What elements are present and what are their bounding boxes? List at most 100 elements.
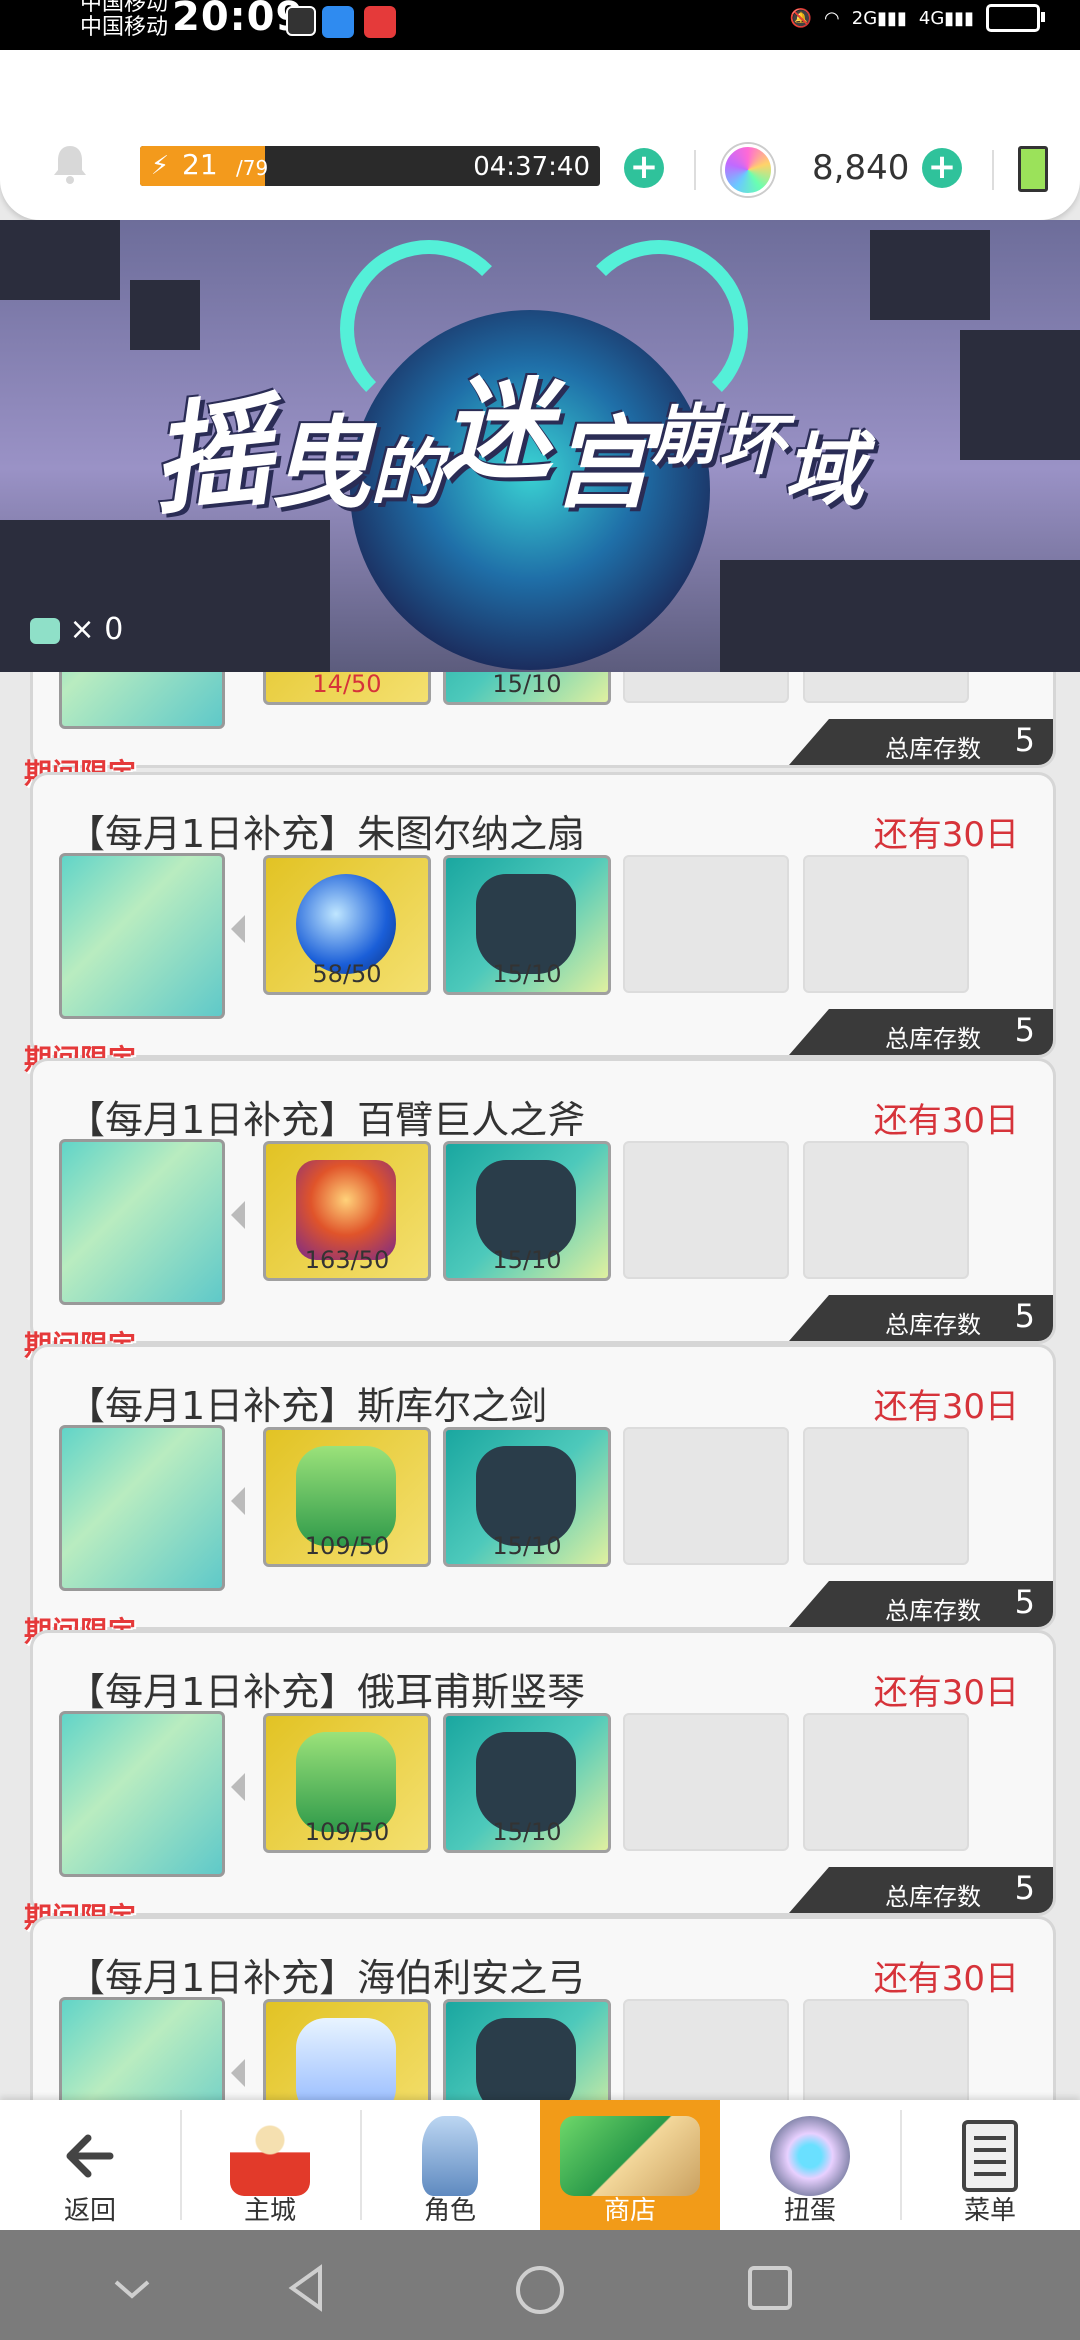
tab-character[interactable]: 角色 <box>360 2100 540 2230</box>
stock-badge: 总库存数 5 <box>789 1581 1053 1627</box>
tab-main-city[interactable]: 主城 <box>180 2100 360 2230</box>
material-count: 15/10 <box>492 672 562 698</box>
app-notification-icon <box>286 6 316 36</box>
fan-item-icon[interactable] <box>59 853 225 1019</box>
axe-item-icon[interactable] <box>59 1139 225 1305</box>
arrow-left-icon <box>231 1201 245 1229</box>
material-slot[interactable]: 15/10 <box>443 672 611 705</box>
stock-badge: 总库存数 5 <box>789 1295 1053 1341</box>
tab-label: 扭蛋 <box>783 2196 836 2226</box>
material-slot[interactable]: 15/10 <box>443 855 611 995</box>
gem-icon <box>722 144 774 196</box>
energy-bolt-icon: ⚡ <box>150 151 170 181</box>
tab-shop[interactable]: 商店 <box>540 2100 720 2230</box>
ticket-counter: × 0 <box>30 612 123 647</box>
tab-gacha[interactable]: 扭蛋 <box>720 2100 900 2230</box>
ticket-icon <box>30 617 60 644</box>
cloud-icon <box>322 6 354 38</box>
item-title: 【每月1日补充】海伯利安之弓 <box>67 1956 586 2000</box>
hide-keyboard-icon[interactable] <box>110 2276 154 2304</box>
material-slot[interactable]: 109/50 <box>263 1713 431 1853</box>
gacha-icon <box>770 2116 850 2196</box>
tab-label: 菜单 <box>963 2196 1016 2226</box>
tab-label: 主城 <box>243 2196 296 2226</box>
tab-back[interactable]: 返回 <box>0 2100 180 2230</box>
material-slot[interactable]: 163/50 <box>263 1141 431 1281</box>
stock-badge: 总库存数 5 <box>789 719 1053 765</box>
tab-menu[interactable]: 菜单 <box>900 2100 1080 2230</box>
empty-slot <box>803 1141 969 1279</box>
arrow-left-icon <box>231 1773 245 1801</box>
material-slot[interactable]: 109/50 <box>263 1427 431 1567</box>
material-count: 15/10 <box>492 960 562 988</box>
notification-bell-icon[interactable] <box>48 142 92 186</box>
energy-max: /79 <box>236 156 269 180</box>
battery-icon <box>986 4 1045 32</box>
divider <box>992 150 994 190</box>
carrier-1: 中国移动 <box>80 0 169 16</box>
remaining-days: 还有30日 <box>873 1101 1019 1141</box>
shop-item-card[interactable]: 【每月1日补充】斯库尔之剑 还有30日 109/50 15/10 总库存数 5 <box>30 1344 1056 1630</box>
empty-slot <box>803 1427 969 1565</box>
item-icon[interactable] <box>59 672 225 729</box>
arrow-left-icon <box>231 2059 245 2087</box>
signal-2g: 2G▮▮▮ <box>851 7 907 29</box>
event-banner[interactable]: 摇曳的迷宫崩坏域 × 0 <box>0 220 1080 672</box>
lyre-item-icon[interactable] <box>59 1711 225 1877</box>
material-slot[interactable]: 15/10 <box>443 1427 611 1567</box>
wifi-icon: ◠ <box>824 7 840 29</box>
helmet-material-icon <box>476 1446 576 1546</box>
nav-recents-icon[interactable] <box>746 2264 794 2312</box>
nav-home-icon[interactable] <box>514 2264 566 2316</box>
add-energy-button[interactable]: + <box>624 148 664 188</box>
sword-item-icon[interactable] <box>59 1425 225 1591</box>
add-gems-button[interactable]: + <box>922 148 962 188</box>
white-crystal-material-icon <box>296 2018 396 2100</box>
signal-4g: 4G▮▮▮ <box>918 7 974 29</box>
material-slot[interactable] <box>263 1999 431 2100</box>
menu-icon <box>962 2120 1018 2192</box>
shop-item-card[interactable]: 14/50 15/10 总库存数 5 <box>30 672 1056 768</box>
shop-list[interactable]: 14/50 15/10 总库存数5 期间限定 【每月1日补充】朱图尔纳之扇 还有… <box>0 672 1080 2100</box>
material-count: 163/50 <box>304 1246 390 1274</box>
remaining-days: 还有30日 <box>873 815 1019 855</box>
material-slot[interactable]: 58/50 <box>263 855 431 995</box>
empty-slot <box>623 1427 789 1565</box>
material-slot[interactable] <box>443 1999 611 2100</box>
crystal-material-icon <box>296 1160 396 1260</box>
material-count: 15/10 <box>492 1532 562 1560</box>
helmet-material-icon <box>476 2018 576 2100</box>
bow-item-icon[interactable] <box>59 1997 225 2100</box>
material-slot[interactable]: 15/10 <box>443 1141 611 1281</box>
remaining-days: 还有30日 <box>873 1673 1019 1713</box>
material-count: 58/50 <box>312 960 382 988</box>
material-count: 14/50 <box>312 672 382 698</box>
remaining-days: 还有30日 <box>873 1959 1019 1999</box>
tab-label: 商店 <box>603 2196 656 2226</box>
arrow-left-icon <box>231 915 245 943</box>
helmet-material-icon <box>476 1732 576 1832</box>
shop-item-card[interactable]: 【每月1日补充】百臂巨人之斧 还有30日 163/50 15/10 总库存数 5 <box>30 1058 1056 1344</box>
carrier-2: 中国移动 <box>80 15 169 40</box>
energy-timer: 04:37:40 <box>473 152 590 182</box>
material-slot[interactable]: 15/10 <box>443 1713 611 1853</box>
energy-bar: ⚡ 21 /79 04:37:40 <box>140 146 600 186</box>
helmet-material-icon <box>476 1160 576 1260</box>
shop-item-card[interactable]: 【每月1日补充】海伯利安之弓 还有30日 <box>30 1916 1056 2100</box>
gem-count: 8,840 <box>812 148 910 188</box>
shop-item-card[interactable]: 【每月1日补充】朱图尔纳之扇 还有30日 58/50 15/10 总库存数 5 <box>30 772 1056 1058</box>
character-icon <box>422 2116 478 2196</box>
ticket-count: × 0 <box>69 612 124 647</box>
item-title: 【每月1日补充】斯库尔之剑 <box>67 1384 548 1428</box>
carrier-labels: 中国移动 中国移动 <box>80 0 168 40</box>
clock: 20:09 <box>172 0 305 40</box>
nav-back-icon[interactable] <box>284 2264 328 2312</box>
empty-slot <box>623 1713 789 1851</box>
item-title: 【每月1日补充】百臂巨人之斧 <box>67 1098 586 1142</box>
empty-slot <box>803 855 969 993</box>
material-slot[interactable]: 14/50 <box>263 672 431 705</box>
shop-item-card[interactable]: 【每月1日补充】俄耳甫斯竖琴 还有30日 109/50 15/10 总库存数 5 <box>30 1630 1056 1916</box>
tab-label: 角色 <box>423 2196 476 2226</box>
empty-slot <box>623 1999 789 2100</box>
item-title: 【每月1日补充】俄耳甫斯竖琴 <box>67 1670 586 1714</box>
